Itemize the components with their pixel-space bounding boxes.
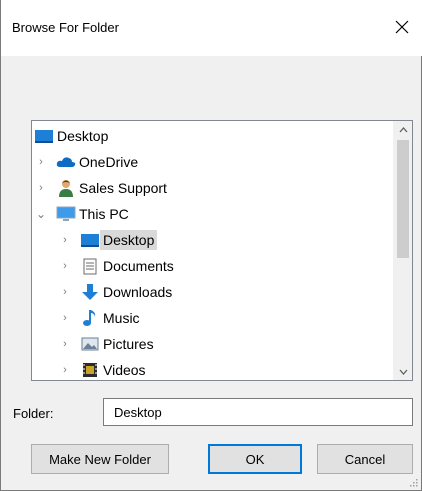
folder-tree-list: Desktop › OneDrive › Sales Support ⌄ Thi… — [32, 121, 394, 380]
make-new-folder-button[interactable]: Make New Folder — [31, 444, 169, 474]
browse-for-folder-dialog: Browse For Folder Desktop › OneDrive › S… — [0, 0, 422, 491]
chevron-right-icon[interactable]: › — [36, 149, 46, 175]
scroll-down-arrow-icon[interactable] — [394, 363, 412, 380]
folder-input[interactable] — [103, 398, 413, 426]
tree-item-onedrive[interactable]: › OneDrive — [36, 149, 394, 175]
computer-icon — [56, 205, 76, 223]
tree-item-this-pc[interactable]: ⌄ This PC — [36, 201, 394, 227]
folder-field-label: Folder: — [13, 406, 54, 421]
vertical-scrollbar[interactable] — [393, 121, 412, 380]
dialog-title: Browse For Folder — [12, 20, 119, 35]
tree-item-label: This PC — [79, 206, 129, 222]
close-icon — [395, 20, 409, 34]
tree-item-this-pc-desktop[interactable]: › Desktop — [60, 227, 394, 253]
download-arrow-icon — [80, 283, 100, 301]
tree-item-videos[interactable]: › Videos — [60, 357, 394, 380]
tree-item-label-selected: Desktop — [100, 230, 158, 250]
desktop-icon — [80, 231, 100, 249]
tree-item-label: Music — [103, 310, 140, 326]
user-icon — [56, 179, 76, 197]
chevron-right-icon[interactable]: › — [36, 175, 46, 201]
tree-item-desktop-root[interactable]: Desktop — [34, 123, 394, 149]
tree-item-label: Downloads — [103, 284, 173, 300]
resize-grip-icon[interactable] — [408, 477, 418, 487]
tree-item-sales-support[interactable]: › Sales Support — [36, 175, 394, 201]
videos-film-icon — [80, 361, 100, 379]
title-bar: Browse For Folder — [1, 0, 422, 56]
chevron-right-icon[interactable]: › — [60, 305, 70, 331]
chevron-right-icon[interactable]: › — [60, 357, 70, 380]
tree-item-pictures[interactable]: › Pictures — [60, 331, 394, 357]
close-button[interactable] — [382, 10, 422, 44]
chevron-right-icon[interactable]: › — [60, 279, 70, 305]
chevron-right-icon[interactable]: › — [60, 331, 70, 357]
tree-item-music[interactable]: › Music — [60, 305, 394, 331]
music-note-icon — [80, 309, 100, 327]
tree-item-label: Documents — [103, 258, 174, 274]
tree-item-label: Pictures — [103, 336, 154, 352]
document-icon — [80, 257, 100, 275]
cancel-button[interactable]: Cancel — [317, 444, 413, 474]
tree-item-label: Desktop — [57, 128, 109, 144]
scroll-up-arrow-icon[interactable] — [394, 121, 412, 138]
tree-item-label: Sales Support — [79, 180, 167, 196]
tree-item-label: OneDrive — [79, 154, 139, 170]
folder-tree[interactable]: Desktop › OneDrive › Sales Support ⌄ Thi… — [31, 120, 413, 381]
onedrive-cloud-icon — [56, 153, 76, 171]
ok-button[interactable]: OK — [208, 444, 302, 474]
chevron-right-icon[interactable]: › — [60, 253, 70, 279]
tree-item-documents[interactable]: › Documents — [60, 253, 394, 279]
scrollbar-thumb[interactable] — [397, 140, 409, 258]
chevron-right-icon[interactable]: › — [60, 227, 70, 253]
tree-item-label: Videos — [103, 362, 146, 378]
pictures-icon — [80, 335, 100, 353]
desktop-icon — [34, 127, 54, 145]
tree-item-downloads[interactable]: › Downloads — [60, 279, 394, 305]
chevron-down-icon[interactable]: ⌄ — [36, 201, 46, 227]
